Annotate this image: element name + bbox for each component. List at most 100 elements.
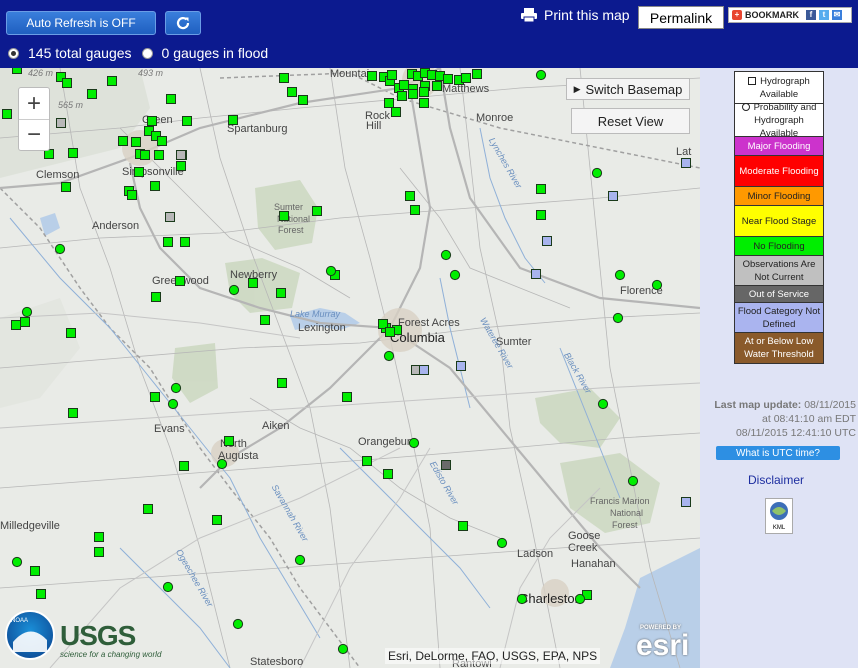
gauge-marker-square[interactable] (248, 278, 258, 288)
gauge-marker-square[interactable] (384, 98, 394, 108)
gauge-marker-square[interactable] (182, 116, 192, 126)
gauge-marker-circle[interactable] (216, 458, 228, 470)
print-map-link[interactable]: Print this map (520, 7, 630, 23)
gauge-marker-square[interactable] (147, 116, 157, 126)
gauge-marker-square[interactable] (154, 150, 164, 160)
gauge-marker-circle[interactable] (383, 350, 395, 362)
gauge-marker-square[interactable] (140, 150, 150, 160)
gauge-marker-square[interactable] (277, 378, 287, 388)
gauge-marker-square[interactable] (166, 94, 176, 104)
gauge-marker-circle[interactable] (614, 269, 626, 281)
gauge-marker-square[interactable] (134, 167, 144, 177)
gauge-marker-circle[interactable] (440, 249, 452, 261)
gauge-marker-circle[interactable] (325, 265, 337, 277)
zoom-out-button[interactable]: − (19, 119, 49, 150)
reload-button[interactable] (165, 11, 201, 35)
gauge-marker-square[interactable] (432, 81, 442, 91)
gauge-marker-circle[interactable] (574, 593, 586, 605)
radio-gauges-in-flood[interactable] (141, 47, 153, 59)
gauge-marker-square[interactable] (224, 436, 234, 446)
gauge-marker-square[interactable] (608, 191, 618, 201)
gauge-marker-square[interactable] (387, 70, 397, 80)
gauge-marker-square[interactable] (456, 361, 466, 371)
gauge-marker-circle[interactable] (449, 269, 461, 281)
gauge-marker-square[interactable] (472, 69, 482, 79)
bookmark-button[interactable]: + BOOKMARK f t ✉ (728, 7, 852, 23)
gauge-marker-square[interactable] (94, 547, 104, 557)
gauge-marker-square[interactable] (30, 566, 40, 576)
gauge-marker-square[interactable] (131, 137, 141, 147)
gauge-marker-square[interactable] (66, 328, 76, 338)
gauge-markers[interactable] (0, 68, 700, 668)
gauge-marker-square[interactable] (163, 237, 173, 247)
gauge-marker-square[interactable] (179, 461, 189, 471)
gauge-marker-square[interactable] (180, 237, 190, 247)
gauge-marker-square[interactable] (2, 109, 12, 119)
gauge-marker-square[interactable] (443, 74, 453, 84)
gauge-marker-square[interactable] (228, 115, 238, 125)
gauge-marker-square[interactable] (62, 78, 72, 88)
gauge-marker-square[interactable] (419, 98, 429, 108)
gauge-marker-square[interactable] (279, 211, 289, 221)
gauge-marker-circle[interactable] (496, 537, 508, 549)
gauge-marker-square[interactable] (681, 158, 691, 168)
gauge-marker-square[interactable] (419, 365, 429, 375)
gauge-marker-square[interactable] (461, 73, 471, 83)
gauge-marker-square[interactable] (531, 269, 541, 279)
gauge-marker-square[interactable] (399, 80, 409, 90)
gauge-marker-circle[interactable] (232, 618, 244, 630)
gauge-marker-square[interactable] (118, 136, 128, 146)
gauge-marker-square[interactable] (87, 89, 97, 99)
gauge-marker-square[interactable] (312, 206, 322, 216)
gauge-marker-square[interactable] (94, 532, 104, 542)
permalink-button[interactable]: Permalink (638, 6, 724, 29)
gauge-marker-square[interactable] (458, 521, 468, 531)
gauge-marker-square[interactable] (150, 181, 160, 191)
gauge-marker-circle[interactable] (228, 284, 240, 296)
switch-basemap-button[interactable]: ▶ Switch Basemap (566, 78, 690, 100)
gauge-marker-square[interactable] (342, 392, 352, 402)
gauge-marker-square[interactable] (107, 76, 117, 86)
gauge-marker-square[interactable] (12, 68, 22, 74)
gauge-marker-square[interactable] (362, 456, 372, 466)
gauge-marker-square[interactable] (143, 504, 153, 514)
gauge-marker-square[interactable] (536, 184, 546, 194)
gauge-marker-square[interactable] (397, 91, 407, 101)
gauge-marker-circle[interactable] (54, 243, 66, 255)
gauge-marker-circle[interactable] (294, 554, 306, 566)
zoom-in-button[interactable]: + (19, 88, 49, 119)
gauge-marker-square[interactable] (176, 161, 186, 171)
gauge-marker-square[interactable] (150, 392, 160, 402)
gauge-marker-square[interactable] (385, 327, 395, 337)
gauge-marker-square[interactable] (68, 408, 78, 418)
gauge-marker-square[interactable] (279, 73, 289, 83)
gauge-marker-square[interactable] (419, 87, 429, 97)
radio-total-gauges[interactable] (8, 47, 19, 59)
gauge-marker-square[interactable] (276, 288, 286, 298)
gauge-marker-circle[interactable] (21, 306, 33, 318)
gauge-marker-square[interactable] (165, 212, 175, 222)
gauge-marker-square[interactable] (260, 315, 270, 325)
facebook-icon[interactable]: f (806, 10, 816, 20)
gauge-marker-square[interactable] (405, 191, 415, 201)
auto-refresh-button[interactable]: Auto Refresh is OFF (6, 11, 156, 35)
gauge-marker-square[interactable] (287, 87, 297, 97)
twitter-icon[interactable]: t (819, 10, 829, 20)
gauge-marker-circle[interactable] (597, 398, 609, 410)
gauge-marker-square[interactable] (212, 515, 222, 525)
gauge-marker-circle[interactable] (516, 593, 528, 605)
gauge-marker-square[interactable] (410, 205, 420, 215)
gauge-marker-circle[interactable] (167, 398, 179, 410)
gauge-marker-square[interactable] (176, 150, 186, 160)
gauge-marker-square[interactable] (408, 89, 418, 99)
gauge-marker-square[interactable] (36, 589, 46, 599)
gauge-marker-square[interactable] (61, 182, 71, 192)
gauge-marker-square[interactable] (542, 236, 552, 246)
gauge-marker-circle[interactable] (11, 556, 23, 568)
gauge-marker-square[interactable] (68, 148, 78, 158)
gauge-marker-square[interactable] (175, 276, 185, 286)
gauge-marker-square[interactable] (157, 136, 167, 146)
gauge-marker-circle[interactable] (170, 382, 182, 394)
gauge-marker-square[interactable] (56, 118, 66, 128)
gauge-marker-circle[interactable] (408, 437, 420, 449)
